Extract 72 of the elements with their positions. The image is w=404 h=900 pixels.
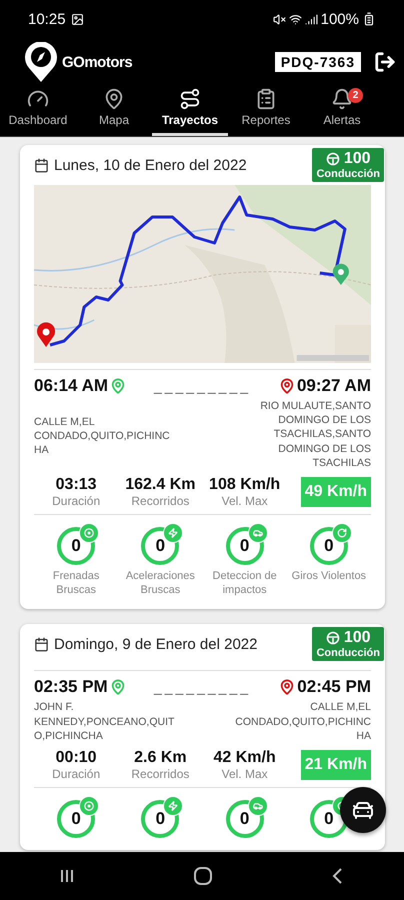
battery-icon	[362, 12, 376, 26]
end-time: 09:27 AM	[296, 376, 371, 396]
steering-wheel-icon	[326, 631, 340, 646]
route-separator: _________	[154, 378, 252, 394]
calendar-icon	[34, 636, 49, 652]
start-pin-icon	[110, 679, 126, 696]
event-count: 0	[156, 808, 166, 829]
stat-label: Vel. Max	[222, 494, 268, 508]
map-pin-icon	[103, 88, 125, 110]
wifi-icon	[288, 12, 302, 26]
calendar-icon	[34, 158, 49, 172]
mute-icon	[272, 12, 286, 26]
end-address: CALLE M,EL CONDADO,QUITO,PICHINCHA	[234, 700, 371, 743]
home-button[interactable]	[193, 866, 213, 886]
event-count: 0	[324, 808, 334, 829]
recent-apps-button[interactable]	[59, 868, 75, 884]
stat-label: Recorridos	[131, 494, 190, 508]
start-time: 02:35 PM	[34, 677, 108, 698]
stat-value: 00:10	[56, 748, 97, 767]
start-time: 06:14 AM	[34, 376, 108, 396]
end-address: RIO MULAUTE,SANTO DOMINGO DE LOS TSACHILAS,SANTO DOMINGO DE LOS TSACHILAS	[259, 399, 371, 470]
alert-count-badge: 2	[348, 88, 363, 103]
brand-name: GOmotors	[62, 54, 132, 70]
end-pin-icon	[279, 679, 296, 696]
steering-wheel-icon	[326, 152, 340, 166]
event-label: Giros Violentos	[290, 568, 367, 584]
event-label: Aceleraciones Bruscas	[124, 568, 196, 598]
nav-tab[interactable]: Reportes	[228, 86, 304, 136]
score-label: Conducción	[316, 168, 380, 180]
license-plate: PDQ-7363	[274, 51, 362, 73]
event-count: 0	[240, 808, 250, 829]
stat-value: 03:13	[56, 476, 97, 494]
signal-icon	[304, 12, 318, 26]
stat-label: Recorridos	[131, 766, 190, 781]
event-count: 0	[71, 808, 81, 829]
logout-button[interactable]	[374, 51, 396, 73]
logo-icon	[24, 42, 58, 82]
stat-label: Duración	[52, 766, 100, 781]
event-label: Deteccion de impactos	[212, 568, 278, 598]
start-address: CALLE M,EL CONDADO,QUITO,PICHINCHA	[34, 415, 171, 458]
event-count: 0	[156, 536, 166, 556]
start-pin-icon	[110, 378, 126, 394]
stat-value: 2.6 Km	[134, 748, 187, 767]
route-icon	[179, 88, 201, 110]
stat-label: Vel. Max	[222, 766, 268, 781]
event-count: 0	[324, 536, 334, 556]
end-time: 02:45 PM	[297, 677, 371, 698]
event-count: 0	[240, 536, 250, 556]
gallery-icon	[70, 12, 84, 26]
bell-icon	[331, 88, 353, 110]
score-value: 100	[344, 629, 371, 648]
score-label: Conducción	[316, 647, 380, 660]
average-speed: 49 Km/h	[300, 476, 371, 507]
trip-date: Domingo, 9 de Enero del 2022	[54, 636, 258, 653]
clock: 10:25	[28, 10, 66, 28]
event-label: Frenadas Bruscas	[52, 568, 100, 598]
score-value: 100	[344, 150, 371, 168]
start-address: JOHN F. KENNEDY,PONCEANO,QUITO,PICHINCHA	[34, 700, 176, 743]
nav-tab[interactable]: Dashboard	[0, 86, 76, 136]
trip-date: Lunes, 10 de Enero del 2022	[54, 156, 247, 174]
battery-percent: 100%	[320, 10, 359, 28]
stat-value: 162.4 Km	[125, 476, 196, 494]
end-pin-icon	[278, 378, 295, 394]
stat-label: Duración	[52, 494, 100, 508]
route-separator: _________	[154, 679, 252, 696]
stat-value: 108 Km/h	[209, 476, 280, 494]
average-speed: 21 Km/h	[300, 750, 371, 780]
event-count: 0	[71, 536, 81, 556]
nav-tab[interactable]: Alertas 2	[304, 86, 380, 136]
clipboard-icon	[255, 88, 277, 110]
stat-value: 42 Km/h	[214, 748, 276, 767]
nav-tab[interactable]: Mapa	[76, 86, 152, 136]
